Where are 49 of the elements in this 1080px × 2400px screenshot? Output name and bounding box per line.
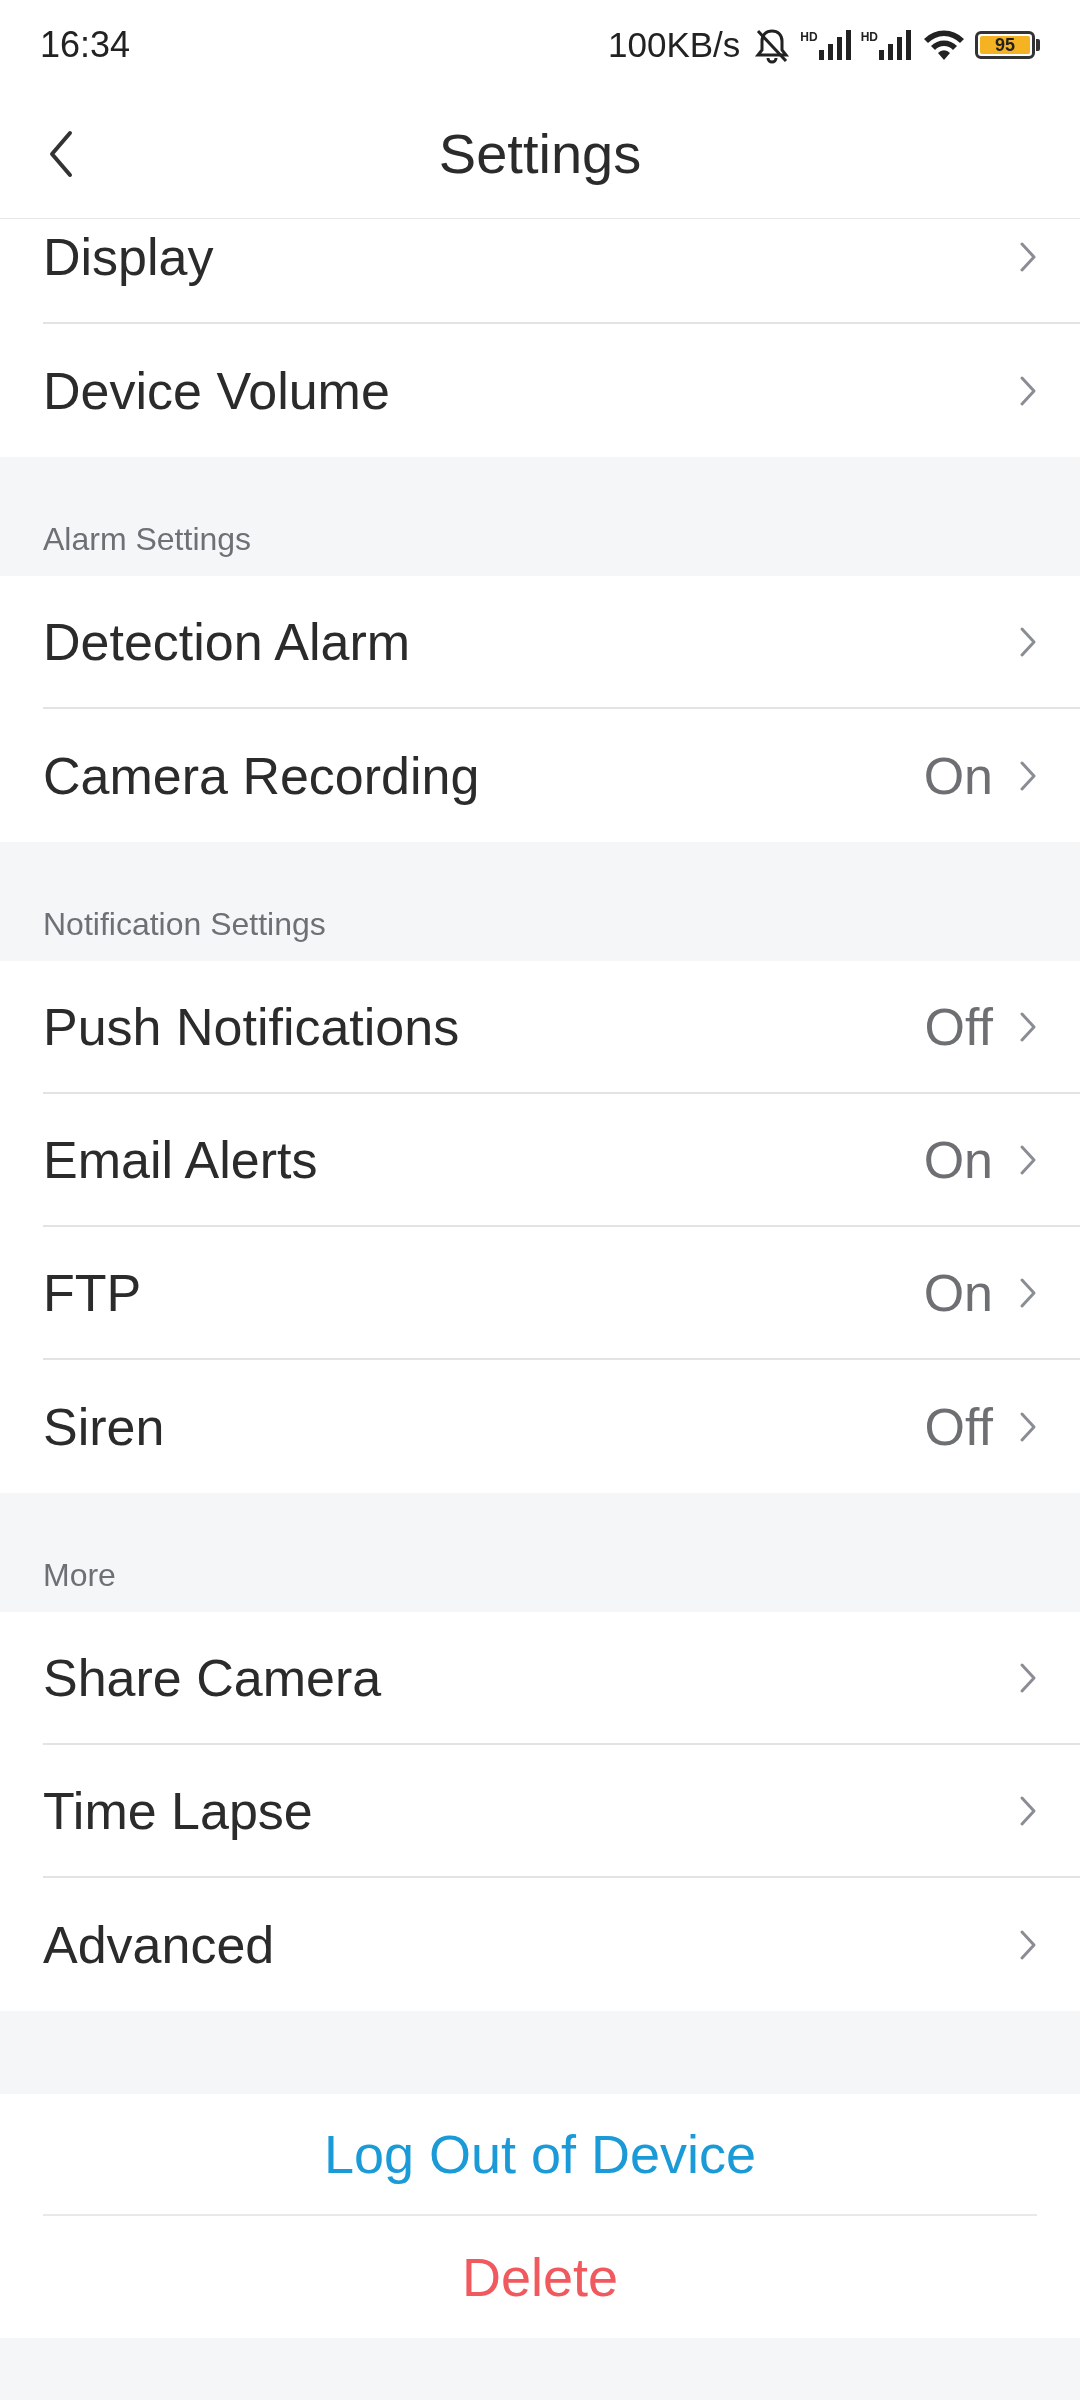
section-header: Notification Settings (43, 906, 326, 943)
signal-icon (818, 29, 853, 60)
signal-icon (879, 29, 913, 60)
hd-label: HD (800, 29, 818, 44)
row-value: Off (924, 996, 993, 1057)
settings-row[interactable]: Display (43, 219, 1080, 324)
row-label: Device Volume (43, 360, 390, 421)
settings-row[interactable]: FTP On (43, 1227, 1080, 1360)
row-label: Email Alerts (43, 1129, 318, 1190)
settings-row[interactable]: Push Notifications Off (43, 961, 1080, 1094)
row-label: Detection Alarm (43, 611, 411, 672)
settings-row[interactable]: Email Alerts On (43, 1094, 1080, 1227)
chevron-right-icon (1019, 1410, 1037, 1443)
chevron-right-icon (1019, 240, 1037, 273)
chevron-right-icon (1019, 1010, 1037, 1043)
row-label: Time Lapse (43, 1780, 313, 1841)
row-label: Display (43, 226, 214, 287)
row-value: Off (924, 1396, 993, 1457)
settings-row[interactable]: Device Volume (43, 324, 1080, 457)
row-label: Advanced (43, 1914, 275, 1975)
clock-time: 16:34 (40, 23, 131, 66)
settings-row[interactable]: Advanced (43, 1878, 1080, 2011)
settings-row[interactable]: Time Lapse (43, 1745, 1080, 1878)
battery-level: 95 (980, 35, 1030, 54)
row-label: Share Camera (43, 1647, 382, 1708)
row-value: On (923, 1262, 993, 1323)
settings-row[interactable]: Share Camera (43, 1612, 1080, 1745)
row-label: FTP (43, 1262, 142, 1323)
chevron-right-icon (1019, 1276, 1037, 1309)
row-value: On (923, 745, 993, 806)
section-header: More (43, 1557, 116, 1594)
row-label: Push Notifications (43, 996, 460, 1057)
chevron-right-icon (1019, 1794, 1037, 1827)
settings-row[interactable]: Camera Recording On (43, 709, 1080, 842)
row-value: On (923, 1129, 993, 1190)
settings-row[interactable]: Detection Alarm (43, 576, 1080, 709)
screen-title: Settings (437, 121, 643, 186)
chevron-right-icon (1019, 1143, 1037, 1176)
network-speed: 100KB/s (608, 24, 741, 65)
hd-label: HD (860, 29, 878, 44)
chevron-right-icon (1019, 374, 1037, 407)
chevron-right-icon (1019, 759, 1037, 792)
chevron-right-icon (1019, 1928, 1037, 1961)
section-header: Alarm Settings (43, 521, 252, 558)
chevron-right-icon (1019, 625, 1037, 658)
row-label: Camera Recording (43, 745, 480, 806)
row-label: Siren (43, 1396, 165, 1457)
chevron-right-icon (1019, 1661, 1037, 1694)
settings-row[interactable]: Siren Off (43, 1360, 1080, 1493)
